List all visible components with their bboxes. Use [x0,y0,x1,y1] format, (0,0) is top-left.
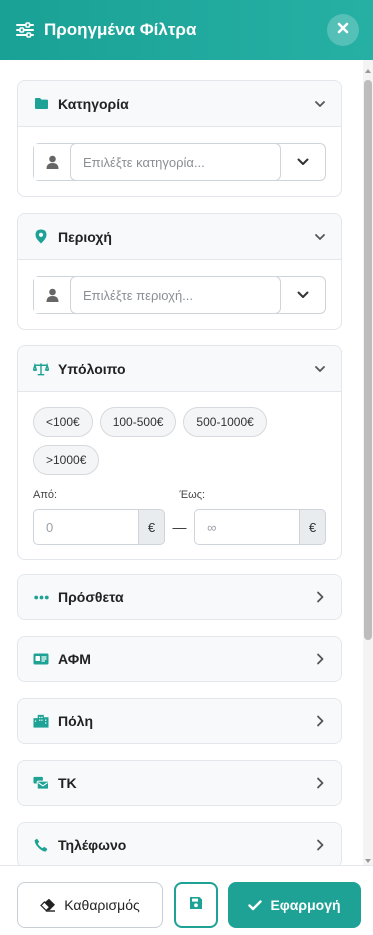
section-balance-header[interactable]: Υπόλοιπο [18,346,341,391]
id-card-icon [33,651,49,667]
balance-range: 0 € — ∞ € [33,509,326,545]
apply-button-label: Εφαρμογή [270,897,341,913]
filters-header: Προηγμένα Φίλτρα [0,0,373,60]
section-city-title: Πόλη [58,713,93,729]
to-label: Έως: [179,489,206,501]
from-amount-input[interactable]: 0 [33,509,139,545]
section-region-body: Επιλέξτε περιοχή... [18,259,341,329]
user-icon [34,144,70,180]
clear-button-label: Καθαρισμός [64,897,140,913]
filters-footer: Καθαρισμός Εφαρμογή [0,865,373,935]
section-phone-title: Τηλέφωνο [58,837,127,853]
chevron-right-icon[interactable] [313,838,327,852]
section-city-header[interactable]: Πόλη [18,699,341,743]
region-select-input[interactable]: Επιλέξτε περιοχή... [70,276,281,314]
section-balance: Υπόλοιπο <100€ 100-500€ 500-1000€ >1000€… [17,345,342,560]
section-extra[interactable]: Πρόσθετα [17,574,342,620]
clear-button[interactable]: Καθαρισμός [17,882,163,928]
section-tk-header[interactable]: ΤΚ [18,761,341,805]
section-phone[interactable]: Τηλέφωνο [17,822,342,865]
section-category: Κατηγορία Επιλέξτε κατηγορία... [17,80,342,197]
section-extra-header[interactable]: Πρόσθετα [18,575,341,619]
chevron-down-icon[interactable] [281,144,325,180]
mail-bulk-icon [33,775,49,791]
close-icon [337,21,349,39]
section-category-header[interactable]: Κατηγορία [18,81,341,126]
section-category-title: Κατηγορία [58,95,129,112]
chevron-right-icon[interactable] [313,776,327,790]
chevron-right-icon[interactable] [313,590,327,604]
from-label: Από: [33,489,58,501]
user-icon [34,277,70,313]
city-icon [33,713,49,729]
section-afm-title: ΑΦΜ [58,651,91,667]
page-title: Προηγμένα Φίλτρα [44,20,197,39]
chevron-up-icon[interactable] [313,230,327,244]
balance-chip[interactable]: 100-500€ [99,407,177,437]
chevron-right-icon[interactable] [313,652,327,666]
chevron-up-icon[interactable] [313,362,327,376]
chevron-down-icon[interactable] [281,277,325,313]
close-button[interactable] [327,14,359,46]
section-tk[interactable]: ΤΚ [17,760,342,806]
currency-suffix: € [300,509,326,545]
balance-chip[interactable]: <100€ [33,407,93,437]
save-button[interactable] [174,882,218,928]
map-pin-icon [33,229,49,245]
section-region-title: Περιοχή [58,228,112,245]
currency-suffix: € [138,509,165,545]
section-extra-title: Πρόσθετα [58,589,124,605]
check-icon [248,899,263,911]
section-balance-body: <100€ 100-500€ 500-1000€ >1000€ Από: Έως… [18,391,341,559]
section-region-header[interactable]: Περιοχή [18,214,341,259]
section-phone-header[interactable]: Τηλέφωνο [18,823,341,865]
section-region: Περιοχή Επιλέξτε περιοχή... [17,213,342,330]
balance-chip[interactable]: 500-1000€ [183,407,267,437]
category-select-input[interactable]: Επιλέξτε κατηγορία... [70,143,281,181]
section-afm-header[interactable]: ΑΦΜ [18,637,341,681]
range-labels: Από: Έως: [33,489,326,501]
chevron-right-icon[interactable] [313,714,327,728]
phone-icon [33,837,49,853]
balance-chip-group: <100€ 100-500€ 500-1000€ >1000€ [33,407,326,475]
section-city[interactable]: Πόλη [17,698,342,744]
to-amount-input[interactable]: ∞ [194,509,301,545]
category-select[interactable]: Επιλέξτε κατηγορία... [33,143,326,181]
eraser-icon [40,898,56,912]
save-icon [189,896,203,915]
filters-scroll-area[interactable]: Κατηγορία Επιλέξτε κατηγορία... Περιοχή … [0,60,373,865]
ellipsis-icon [33,589,49,605]
apply-button[interactable]: Εφαρμογή [228,882,361,928]
region-select[interactable]: Επιλέξτε περιοχή... [33,276,326,314]
section-balance-title: Υπόλοιπο [58,360,126,377]
balance-chip[interactable]: >1000€ [33,445,100,475]
section-category-body: Επιλέξτε κατηγορία... [18,126,341,196]
chevron-up-icon[interactable] [313,97,327,111]
folder-icon [33,96,49,112]
section-afm[interactable]: ΑΦΜ [17,636,342,682]
range-separator: — [172,519,187,535]
section-tk-title: ΤΚ [58,775,77,791]
sliders-icon [16,20,36,40]
balance-scale-icon [33,361,49,377]
